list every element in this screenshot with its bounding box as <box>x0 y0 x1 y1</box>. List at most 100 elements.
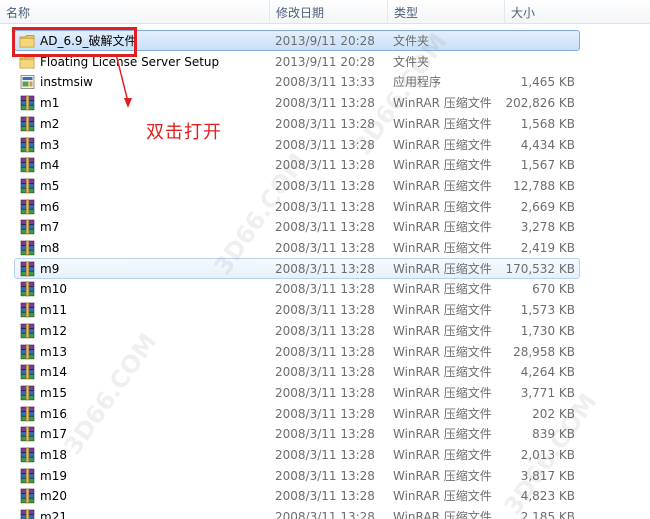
file-size: 4,434 KB <box>520 137 575 152</box>
winrar-icon <box>19 238 37 257</box>
file-row[interactable]: m12 2008/3/11 13:28 WinRAR 压缩文件 1,730 KB <box>14 320 580 341</box>
file-name: instmsiw <box>40 75 93 90</box>
file-name: m21 <box>40 510 67 519</box>
column-header-type[interactable]: 类型 <box>388 0 505 24</box>
winrar-icon <box>19 507 37 519</box>
file-name: m16 <box>40 406 67 421</box>
file-row[interactable]: m20 2008/3/11 13:28 WinRAR 压缩文件 4,823 KB <box>14 485 580 506</box>
file-type: WinRAR 压缩文件 <box>393 427 492 442</box>
winrar-icon <box>19 404 37 423</box>
winrar-icon <box>19 486 37 505</box>
file-size: 28,958 KB <box>513 344 575 359</box>
file-row[interactable]: m3 2008/3/11 13:28 WinRAR 压缩文件 4,434 KB <box>14 134 580 155</box>
file-type: WinRAR 压缩文件 <box>393 303 492 318</box>
column-header-size[interactable]: 大小 <box>505 0 650 24</box>
file-type: WinRAR 压缩文件 <box>393 241 492 255</box>
file-row[interactable]: m2 2008/3/11 13:28 WinRAR 压缩文件 1,568 KB <box>14 113 580 134</box>
file-date: 2008/3/11 13:28 <box>275 365 375 380</box>
file-size: 2,419 KB <box>520 241 575 255</box>
file-date: 2008/3/11 13:28 <box>275 385 375 400</box>
file-name: m11 <box>40 303 67 318</box>
file-name: m7 <box>40 220 60 235</box>
file-date: 2008/3/11 13:33 <box>275 75 375 90</box>
winrar-icon <box>19 279 37 298</box>
file-row[interactable]: m7 2008/3/11 13:28 WinRAR 压缩文件 3,278 KB <box>14 216 580 237</box>
file-row[interactable]: m18 2008/3/11 13:28 WinRAR 压缩文件 2,013 KB <box>14 444 580 465</box>
file-type: WinRAR 压缩文件 <box>393 406 492 421</box>
file-name: m13 <box>40 344 67 359</box>
file-date: 2008/3/11 13:28 <box>275 282 375 297</box>
winrar-icon <box>19 155 37 174</box>
file-name: m2 <box>40 116 60 131</box>
file-date: 2008/3/11 13:28 <box>275 220 375 235</box>
winrar-icon <box>19 424 37 443</box>
winrar-icon <box>19 135 37 154</box>
file-row[interactable]: instmsiw 2008/3/11 13:33 应用程序 1,465 KB <box>14 71 580 92</box>
file-name: m5 <box>40 178 60 193</box>
winrar-icon <box>19 93 37 112</box>
file-date: 2008/3/11 13:28 <box>275 427 375 442</box>
file-type: WinRAR 压缩文件 <box>393 448 492 462</box>
file-type: WinRAR 压缩文件 <box>393 468 492 483</box>
winrar-icon <box>19 383 37 402</box>
file-row[interactable]: m9 2008/3/11 13:28 WinRAR 压缩文件 170,532 KB <box>14 257 580 279</box>
file-type: WinRAR 压缩文件 <box>393 344 492 359</box>
file-name: m19 <box>40 468 67 483</box>
file-row[interactable]: m1 2008/3/11 13:28 WinRAR 压缩文件 202,826 KB <box>14 92 580 113</box>
file-type: WinRAR 压缩文件 <box>393 137 492 152</box>
file-name: m20 <box>40 489 67 504</box>
file-date: 2008/3/11 13:28 <box>275 344 375 359</box>
winrar-icon <box>19 176 37 195</box>
file-type: WinRAR 压缩文件 <box>393 178 492 193</box>
winrar-icon <box>19 114 37 133</box>
file-name: m18 <box>40 448 67 462</box>
file-name: m12 <box>40 323 67 338</box>
column-header-date[interactable]: 修改日期 <box>270 0 388 24</box>
column-header-name[interactable]: 名称 <box>0 0 270 24</box>
file-size: 1,567 KB <box>520 158 575 173</box>
file-name: m9 <box>40 261 60 276</box>
file-size: 2,669 KB <box>520 199 575 214</box>
file-type: WinRAR 压缩文件 <box>393 282 492 297</box>
file-type: WinRAR 压缩文件 <box>393 158 492 173</box>
file-type: WinRAR 压缩文件 <box>393 489 492 504</box>
file-size: 170,532 KB <box>505 261 575 276</box>
annotation-text: 双击打开 <box>146 122 222 143</box>
file-size: 1,573 KB <box>520 303 575 318</box>
file-type: WinRAR 压缩文件 <box>393 261 492 276</box>
file-name: m8 <box>40 241 60 255</box>
file-row[interactable]: m8 2008/3/11 13:28 WinRAR 压缩文件 2,419 KB <box>14 237 580 258</box>
file-type: WinRAR 压缩文件 <box>393 385 492 400</box>
file-row[interactable]: m6 2008/3/11 13:28 WinRAR 压缩文件 2,669 KB <box>14 196 580 217</box>
file-size: 1,568 KB <box>520 116 575 131</box>
file-type: WinRAR 压缩文件 <box>393 220 492 235</box>
file-date: 2008/3/11 13:28 <box>275 303 375 318</box>
winrar-icon <box>19 197 37 216</box>
file-row[interactable]: m14 2008/3/11 13:28 WinRAR 压缩文件 4,264 KB <box>14 361 580 382</box>
file-row[interactable]: m10 2008/3/11 13:28 WinRAR 压缩文件 670 KB <box>14 278 580 299</box>
file-date: 2008/3/11 13:28 <box>275 489 375 504</box>
file-date: 2008/3/11 13:28 <box>275 448 375 462</box>
file-name: m6 <box>40 199 60 214</box>
file-name: m1 <box>40 96 60 111</box>
winrar-icon <box>19 342 37 361</box>
file-row[interactable]: m19 2008/3/11 13:28 WinRAR 压缩文件 3,817 KB <box>14 465 580 486</box>
file-date: 2008/3/11 13:28 <box>275 96 375 111</box>
file-date: 2008/3/11 13:28 <box>275 468 375 483</box>
winrar-icon <box>19 321 37 340</box>
file-size: 3,278 KB <box>520 220 575 235</box>
file-type: WinRAR 压缩文件 <box>393 323 492 338</box>
file-name: m3 <box>40 137 60 152</box>
winrar-icon <box>19 300 37 319</box>
file-size: 12,788 KB <box>513 178 575 193</box>
file-name: m14 <box>40 365 67 380</box>
file-date: 2008/3/11 13:28 <box>275 510 375 519</box>
file-row[interactable]: m11 2008/3/11 13:28 WinRAR 压缩文件 1,573 KB <box>14 299 580 320</box>
file-name: m15 <box>40 385 67 400</box>
file-row[interactable]: m13 2008/3/11 13:28 WinRAR 压缩文件 28,958 KB <box>14 341 580 362</box>
file-date: 2008/3/11 13:28 <box>275 241 375 255</box>
file-row[interactable]: m21 2008/3/11 13:28 WinRAR 压缩文件 2,185 KB <box>14 506 580 519</box>
file-size: 202,826 KB <box>505 96 575 111</box>
file-size: 1,465 KB <box>520 75 575 90</box>
winrar-icon <box>19 259 37 278</box>
